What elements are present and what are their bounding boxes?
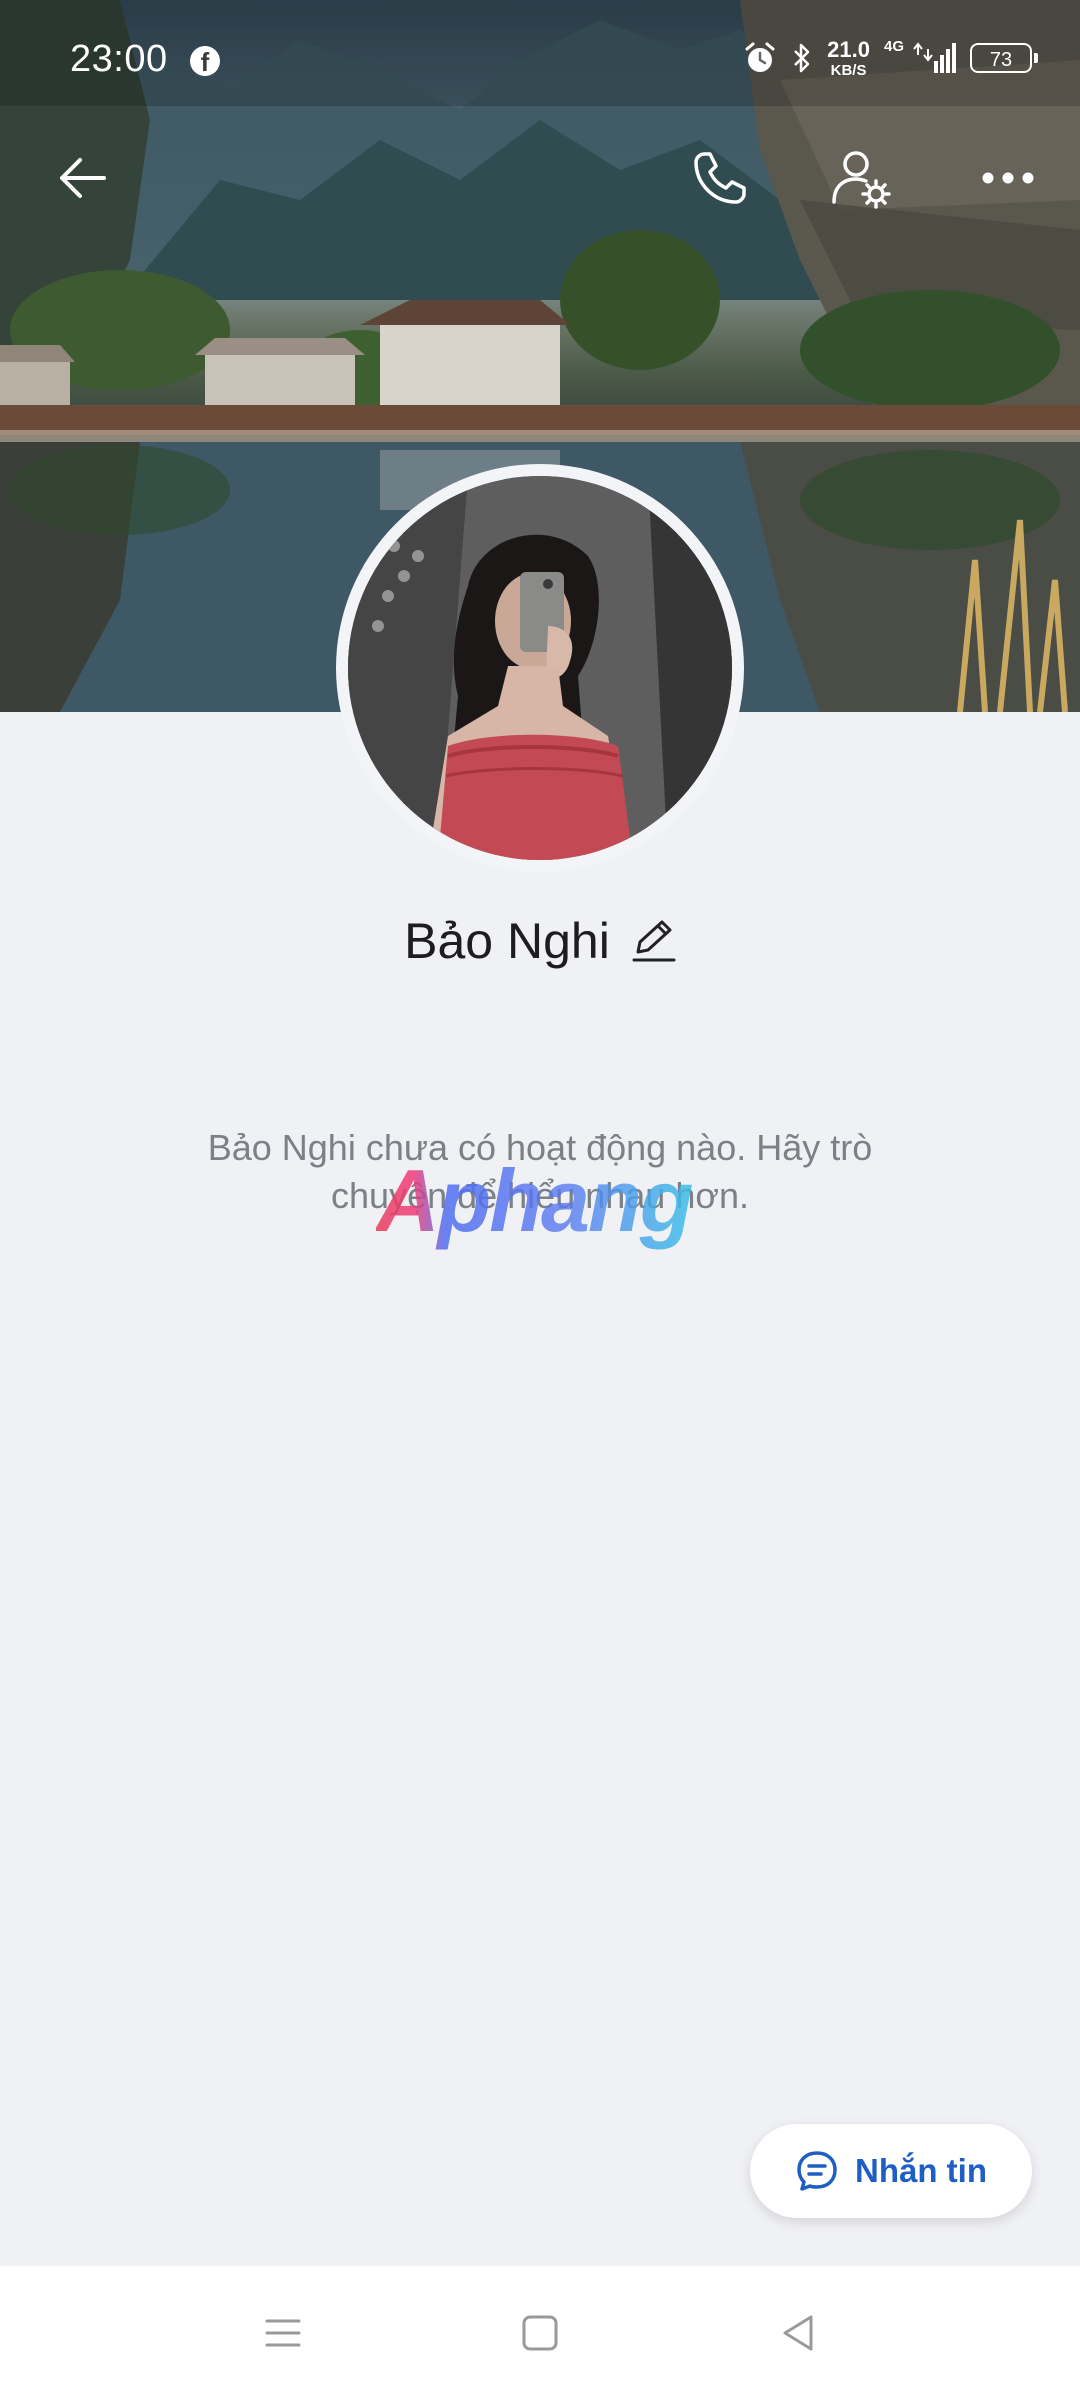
user-settings-icon <box>832 151 891 209</box>
profile-settings-button[interactable] <box>812 128 912 228</box>
network-speed-unit: KB/S <box>830 61 867 79</box>
watermark: Aphang <box>376 1151 694 1250</box>
call-button[interactable] <box>670 128 770 228</box>
avatar-photo <box>348 476 732 860</box>
network-type: 4G <box>883 38 904 55</box>
chat-bubble-icon <box>797 2151 837 2191</box>
navigation-bar <box>0 2266 1080 2400</box>
profile-name: Bảo Nghi <box>404 913 610 969</box>
arrow-left-icon <box>60 158 106 198</box>
message-button-label: Nhắn tin <box>855 2152 987 2189</box>
back-button[interactable] <box>32 128 132 228</box>
recent-apps-button[interactable] <box>238 2288 328 2378</box>
battery-icon: 73 <box>970 43 1038 73</box>
back-triangle-icon <box>783 2315 813 2351</box>
home-square-icon <box>522 2315 558 2351</box>
status-bar: 23:00 f 21.0 KB/S 4G 73 <box>0 0 1080 106</box>
status-icons: 21.0 KB/S 4G 73 <box>743 36 1038 80</box>
signal-icon <box>913 42 956 73</box>
message-button[interactable]: Nhắn tin <box>750 2124 1032 2218</box>
battery-level: 73 <box>989 49 1013 71</box>
avatar-portrait <box>348 476 732 860</box>
status-time: 23:00 <box>70 38 168 80</box>
profile-avatar[interactable] <box>336 464 744 872</box>
back-nav-button[interactable] <box>754 2288 844 2378</box>
alarm-icon <box>745 42 775 72</box>
bluetooth-icon <box>794 43 810 73</box>
more-dots-icon <box>982 172 1034 184</box>
phone-icon <box>694 152 746 204</box>
profile-name-row: Bảo Nghi <box>0 912 1080 970</box>
menu-icon <box>265 2319 301 2347</box>
network-speed: 21.0 KB/S <box>827 36 870 79</box>
home-button[interactable] <box>495 2288 585 2378</box>
more-options-button[interactable] <box>958 128 1058 228</box>
network-speed-value: 21.0 <box>827 36 870 62</box>
pencil-icon[interactable] <box>632 918 676 964</box>
facebook-icon: f <box>190 46 220 77</box>
